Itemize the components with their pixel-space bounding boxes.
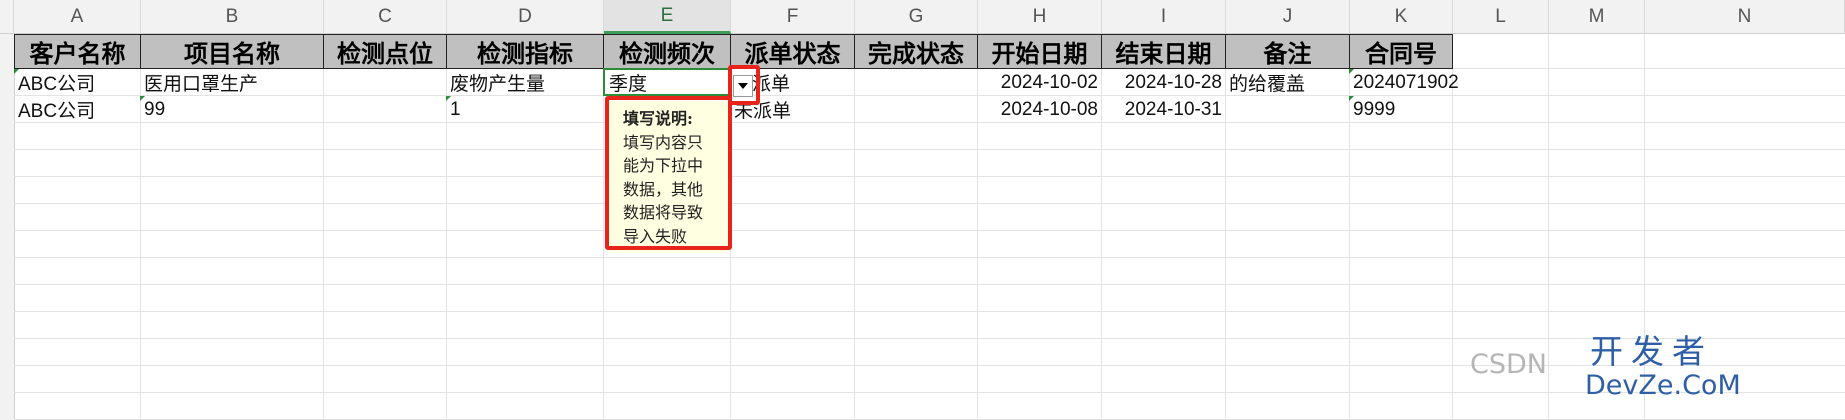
watermark-csdn: CSDN [1470, 349, 1547, 380]
table-cell[interactable]: ABC公司 [14, 69, 141, 96]
header-cell-project[interactable]: 项目名称 [140, 34, 324, 69]
note-marker [1349, 69, 1354, 74]
column-header-k[interactable]: K [1350, 0, 1453, 34]
header-cell-contract[interactable]: 合同号 [1349, 34, 1453, 69]
table-cell[interactable]: 的给覆盖 [1225, 69, 1350, 96]
column-header-g[interactable]: G [855, 0, 978, 34]
table-cell[interactable]: 9999 [1349, 96, 1453, 123]
header-cell-remark[interactable]: 备注 [1225, 34, 1350, 69]
header-cell-customer[interactable]: 客户名称 [14, 34, 141, 69]
column-header-l[interactable]: L [1453, 0, 1549, 34]
table-cell[interactable]: 1 [446, 96, 604, 123]
column-header-c[interactable]: C [324, 0, 447, 34]
header-cell-dispatch-status[interactable]: 派单状态 [730, 34, 855, 69]
table-cell[interactable]: 2024-10-02 [977, 69, 1102, 96]
table-cell[interactable]: 2024-10-08 [977, 96, 1102, 123]
header-cell-indicator[interactable]: 检测指标 [446, 34, 604, 69]
table-cell[interactable]: 2024-10-31 [1101, 96, 1226, 123]
column-header-h[interactable]: H [978, 0, 1102, 34]
row-header-strip[interactable] [0, 34, 15, 420]
header-cell-frequency[interactable]: 检测频次 [603, 34, 731, 69]
column-header-n[interactable]: N [1645, 0, 1845, 34]
table-cell[interactable]: 2024071902 [1349, 69, 1459, 96]
note-marker [446, 96, 451, 101]
header-cell-end-date[interactable]: 结束日期 [1101, 34, 1226, 69]
highlight-box-dropdown [728, 65, 760, 105]
watermark-logo-bottom: DevZe.CoM [1585, 370, 1741, 401]
header-cell-complete-status[interactable]: 完成状态 [854, 34, 978, 69]
header-cell-point[interactable]: 检测点位 [323, 34, 447, 69]
header-cell-start-date[interactable]: 开始日期 [977, 34, 1102, 69]
table-cell[interactable]: 废物产生量 [446, 69, 604, 96]
note-marker [14, 69, 19, 74]
column-header-a[interactable]: A [14, 0, 141, 34]
highlight-box-tooltip [605, 96, 732, 250]
column-header-m[interactable]: M [1549, 0, 1645, 34]
column-header-b[interactable]: B [141, 0, 324, 34]
column-header-j[interactable]: J [1226, 0, 1350, 34]
column-header-d[interactable]: D [447, 0, 604, 34]
note-marker [1349, 96, 1354, 101]
table-cell[interactable]: 医用口罩生产 [140, 69, 324, 96]
column-header-e[interactable]: E [604, 0, 731, 34]
table-cell[interactable]: ABC公司 [14, 96, 141, 123]
table-cell[interactable]: 99 [140, 96, 324, 123]
column-header-f[interactable]: F [731, 0, 855, 34]
spreadsheet-grid: A B C D E F G H I J K L M N 客户名称 项目名称 检测… [0, 0, 1845, 420]
watermark-logo-top: 开发者 [1590, 332, 1713, 371]
active-cell[interactable]: 季度 [603, 68, 731, 96]
note-marker [140, 96, 145, 101]
table-cell[interactable]: 2024-10-28 [1101, 69, 1226, 96]
select-all-corner[interactable] [0, 0, 14, 34]
column-header-i[interactable]: I [1102, 0, 1226, 34]
